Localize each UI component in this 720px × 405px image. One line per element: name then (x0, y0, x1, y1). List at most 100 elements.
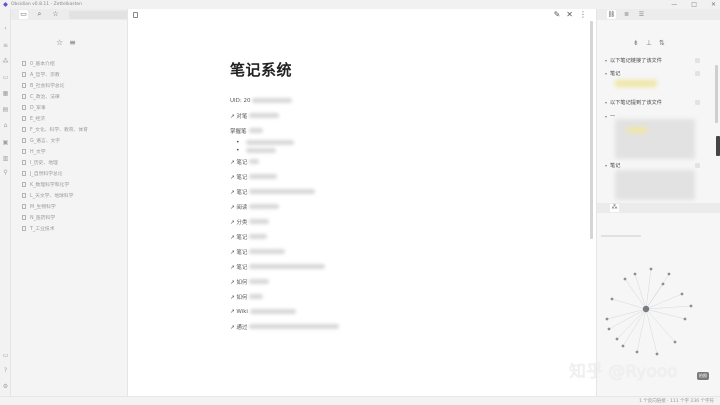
sort-icon[interactable]: ⇅ (659, 39, 665, 47)
file-explorer-tab-icon[interactable]: ▭ (19, 10, 28, 19)
file-item[interactable]: 0_基本介绍 (22, 58, 126, 69)
file-item[interactable]: A_哲学、宗教 (22, 69, 126, 80)
link-line[interactable]: ↗ 对笔 (230, 108, 470, 123)
local-graph-tab-icon[interactable]: ⁂ (610, 204, 619, 212)
sort-list-icon[interactable]: ≡ (69, 38, 76, 47)
bullet-item (236, 138, 470, 146)
file-icon (22, 83, 26, 88)
show-more-context-icon[interactable]: ⊥ (646, 39, 652, 47)
file-item[interactable]: E_经济 (22, 113, 126, 124)
collapse-icon[interactable]: ‹ (2, 25, 9, 32)
search-tab-icon[interactable]: ⌕ (35, 10, 44, 19)
edit-icon[interactable]: ✎ (554, 10, 561, 20)
settings-icon[interactable]: ⚙ (2, 383, 9, 390)
file-icon (22, 138, 26, 143)
file-item[interactable]: C_政治、法律 (22, 91, 126, 102)
template-icon[interactable]: ▤ (2, 106, 9, 113)
right-sidebar: ⛓ ≣ ☰ ⇟ ⊥ ⇅ ▾ 以下笔记链接了该文件 ▾ 笔记 ▾ 以下笔记提到了该文件 … (596, 9, 720, 396)
window-title: Obsidian v0.8.11 - Zettelkasten (11, 2, 83, 7)
note-link[interactable]: ↗ 分类 (230, 214, 470, 229)
close-window-button[interactable]: ✕ (711, 1, 716, 8)
minimize-button[interactable]: — (671, 1, 677, 8)
blurred-text (249, 324, 340, 329)
open-quick-switcher-icon[interactable]: ≡ (2, 42, 9, 49)
collapse-results-icon[interactable]: ⇟ (633, 39, 639, 47)
note-link[interactable]: ↗ 笔记 (230, 229, 470, 244)
file-icon (22, 72, 26, 77)
unlinked-file-item[interactable]: ▾ — (605, 113, 615, 119)
tag-icon[interactable]: ⌂ (2, 122, 9, 129)
link-text: ↗ Wiki (230, 308, 248, 315)
more-icon[interactable]: ⋮ (579, 10, 587, 20)
workspace-icon[interactable]: ▣ (2, 139, 9, 146)
right-sidebar-scrollbar[interactable] (715, 65, 718, 123)
daily-note-icon[interactable]: ▦ (2, 90, 9, 97)
file-item[interactable]: N_医药科学 (22, 212, 126, 223)
linked-mentions-header[interactable]: ▾ 以下笔记链接了该文件 (605, 57, 662, 64)
vault-icon[interactable]: ▭ (2, 352, 9, 359)
unlinked-file-item[interactable]: ▾ 笔记 (605, 162, 620, 169)
file-item[interactable]: I_历史、地理 (22, 157, 126, 168)
blurred-text (249, 309, 296, 314)
file-item[interactable]: G_语言、文字 (22, 135, 126, 146)
note-link[interactable]: ↗ 阅读 (230, 199, 470, 214)
file-item[interactable]: T_工业技术 (22, 223, 126, 234)
linked-file-count-badge (695, 71, 700, 76)
file-item[interactable]: M_生物科学 (22, 201, 126, 212)
file-icon (22, 182, 26, 187)
outline-tab-icon[interactable]: ≣ (622, 10, 631, 19)
blurred-text (249, 204, 280, 209)
new-folder-icon[interactable]: ▭ (2, 74, 9, 81)
file-item[interactable]: F_文化、科学、教育、体育 (22, 124, 126, 135)
file-icon (22, 94, 26, 99)
blurred-text (249, 219, 270, 224)
link-text: ↗ 笔记 (230, 249, 248, 256)
file-item[interactable]: J_自然科学总论 (22, 168, 126, 179)
map-pin-icon[interactable]: ⚲ (2, 169, 9, 176)
file-label: B_社会科学总论 (30, 84, 65, 89)
window-controls: — □ ✕ (671, 1, 716, 8)
file-icon (22, 204, 26, 209)
note-link[interactable]: ↗ 笔记 (230, 154, 470, 169)
starred-tab-icon[interactable]: ☆ (51, 10, 60, 19)
blurred-text (249, 234, 268, 239)
file-label: M_生物科学 (30, 205, 56, 210)
maximize-button[interactable]: □ (691, 1, 697, 8)
file-item[interactable]: D_军事 (22, 102, 126, 113)
graph-pane-header: ⁂ (597, 203, 720, 213)
file-label: D_军事 (30, 106, 46, 111)
linked-file-item[interactable]: ▾ 笔记 (605, 70, 620, 77)
file-icon (22, 149, 26, 154)
chevron-down-icon: ▾ (605, 58, 608, 63)
backlinks-tab-icon[interactable]: ⛓ (607, 10, 616, 19)
note-link[interactable]: ↗ Wiki (230, 304, 470, 319)
obsidian-logo-icon (3, 2, 8, 7)
unlinked-file-count-badge (695, 163, 700, 168)
file-item[interactable]: K_数理科学和化学 (22, 179, 126, 190)
file-item[interactable]: H_文学 (22, 146, 126, 157)
file-label: J_自然科学总论 (30, 172, 63, 177)
star-icon[interactable]: ☆ (56, 38, 63, 47)
close-icon[interactable]: ✕ (566, 10, 573, 20)
blurred-snippet (615, 80, 657, 87)
file-item[interactable]: B_社会科学总论 (22, 80, 126, 91)
sidebar-edge-handle[interactable] (716, 136, 720, 156)
unlinked-mentions-header[interactable]: ▾ 以下笔记提到了该文件 (605, 99, 662, 106)
editor-scrollbar[interactable] (590, 21, 593, 239)
graph-view-icon[interactable]: ⁂ (2, 58, 9, 65)
note-link[interactable]: ↗ 笔记 (230, 259, 470, 274)
tags-tab-icon[interactable]: ☰ (637, 10, 646, 19)
file-item[interactable]: L_天文学、地球科学 (22, 190, 126, 201)
chevron-down-icon: ▾ (605, 71, 608, 76)
note-link[interactable]: ↗ 笔记 (230, 169, 470, 184)
blurred-text (249, 174, 278, 179)
note-link[interactable]: ↗ 如何 (230, 289, 470, 304)
watermark-tag: 拍照 (697, 372, 709, 380)
note-link[interactable]: ↗ 通过 (230, 319, 470, 334)
note-link[interactable]: ↗ 如何 (230, 274, 470, 289)
note-link[interactable]: ↗ 笔记 (230, 184, 470, 199)
note-link[interactable]: ↗ 笔记 (230, 244, 470, 259)
link-text: ↗ 笔记 (230, 264, 248, 271)
calendar-icon[interactable]: ▥ (2, 155, 9, 162)
help-icon[interactable]: ? (2, 367, 9, 374)
